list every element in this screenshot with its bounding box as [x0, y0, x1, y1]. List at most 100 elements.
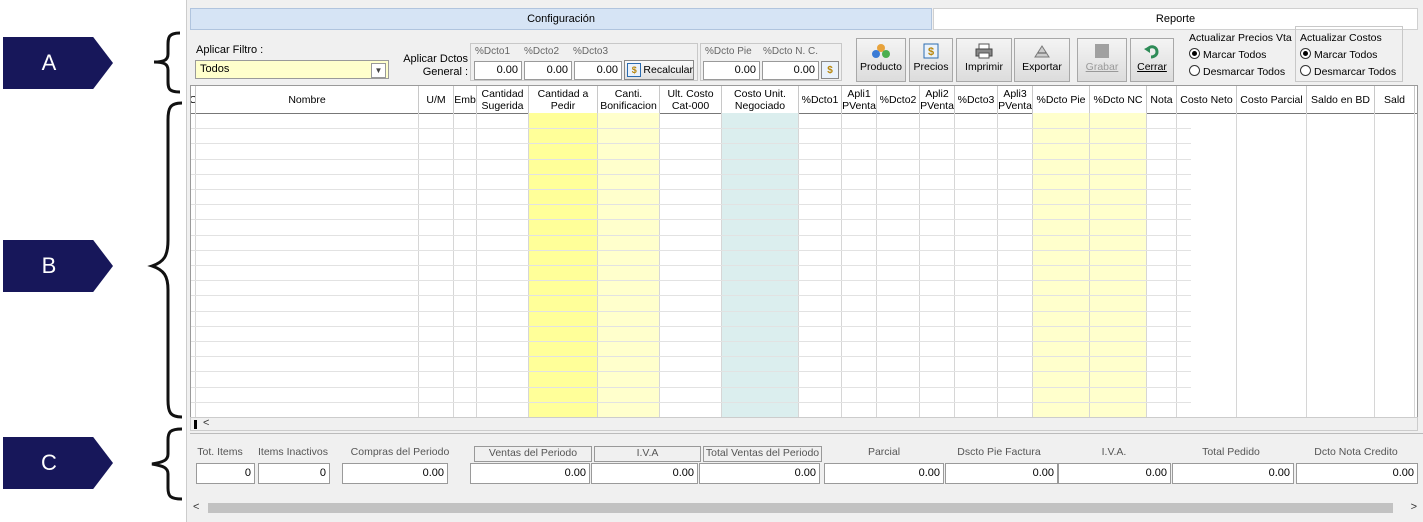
- table-row[interactable]: [191, 341, 1191, 342]
- grid-body: CNombreU/MEmbCantidad SugeridaCantidad a…: [191, 86, 1417, 417]
- grid-col-header[interactable]: U/M: [419, 86, 454, 113]
- total-value[interactable]: 0.00: [1172, 463, 1294, 484]
- costos-title: Actualizar Costos: [1300, 32, 1382, 44]
- dcto3-input[interactable]: 0.00: [574, 61, 622, 80]
- dcto2-input[interactable]: 0.00: [524, 61, 572, 80]
- dcto-nc-input[interactable]: 0.00: [762, 61, 819, 80]
- items-grid[interactable]: CNombreU/MEmbCantidad SugeridaCantidad a…: [190, 85, 1418, 418]
- grid-col-header[interactable]: Costo Unit. Negociado: [722, 86, 799, 113]
- chevron-down-icon[interactable]: ▼: [371, 63, 386, 78]
- total-value[interactable]: 0: [258, 463, 330, 484]
- dcto-pie-head: %Dcto Pie: [705, 46, 752, 57]
- table-row[interactable]: [191, 234, 1191, 236]
- grid-col-header[interactable]: Costo Parcial: [1237, 86, 1307, 113]
- table-row[interactable]: [191, 173, 1191, 175]
- table-row[interactable]: [191, 143, 1191, 145]
- grid-col-header[interactable]: Cantidad a Pedir: [529, 86, 598, 113]
- tab-configuracion[interactable]: Configuración: [190, 8, 932, 30]
- bottom-scrollbar[interactable]: < >: [190, 500, 1423, 516]
- table-row[interactable]: [191, 219, 1191, 221]
- dctos-label: Aplicar Dctos General :: [403, 53, 468, 78]
- grid-col-header[interactable]: Nombre: [196, 86, 419, 113]
- grid-col-header[interactable]: %Dcto Pie: [1033, 86, 1090, 113]
- dcto-nc-head: %Dcto N. C.: [763, 46, 819, 57]
- grid-col-header[interactable]: %Dcto1: [799, 86, 842, 113]
- grid-column: [1375, 113, 1415, 417]
- total-value[interactable]: 0.00: [1296, 463, 1418, 484]
- table-row[interactable]: [191, 128, 1191, 130]
- brace-c: [151, 427, 183, 501]
- money-icon: $: [627, 63, 642, 77]
- grid-col-header[interactable]: Cantidad Sugerida: [477, 86, 529, 113]
- table-row[interactable]: [191, 325, 1191, 327]
- total-label: Items Inactivos: [257, 446, 329, 458]
- total-label: Parcial: [867, 446, 901, 458]
- cerrar-label: Cerrar: [1137, 61, 1167, 73]
- grid-col-header[interactable]: Apli2 PVenta: [920, 86, 955, 113]
- precios-vta-desmarcar-radio[interactable]: Desmarcar Todos: [1189, 65, 1285, 78]
- grid-col-header[interactable]: Nota: [1147, 86, 1177, 113]
- table-row[interactable]: [191, 204, 1191, 206]
- scroll-track-thumb[interactable]: [208, 503, 1393, 513]
- table-row[interactable]: [191, 249, 1191, 251]
- grid-col-header[interactable]: %Dcto NC: [1090, 86, 1147, 113]
- grid-col-header[interactable]: Ult. Costo Cat-000: [660, 86, 722, 113]
- total-label: Tot. Items: [197, 446, 243, 458]
- total-value[interactable]: 0.00: [342, 463, 448, 484]
- printer-icon: [975, 43, 993, 59]
- table-row[interactable]: [191, 386, 1191, 388]
- grid-col-header[interactable]: Emb: [454, 86, 477, 113]
- radio-empty-icon: [1300, 65, 1311, 76]
- recalcular-button[interactable]: $ Recalcular: [624, 60, 694, 80]
- precios-button[interactable]: $ Precios: [909, 38, 953, 82]
- filter-label: Aplicar Filtro :: [196, 44, 264, 56]
- radio-selected-icon: [1300, 48, 1311, 59]
- undo-arrow-icon: [1144, 45, 1159, 59]
- dcto1-input[interactable]: 0.00: [474, 61, 522, 80]
- cerrar-button[interactable]: Cerrar: [1130, 38, 1174, 82]
- table-row[interactable]: [191, 158, 1191, 160]
- dcto-pie-input[interactable]: 0.00: [703, 61, 760, 80]
- grid-col-header[interactable]: %Dcto3: [955, 86, 998, 113]
- money-icon[interactable]: $: [821, 61, 839, 79]
- table-row[interactable]: [191, 189, 1191, 190]
- total-value[interactable]: 0.00: [824, 463, 944, 484]
- exportar-button[interactable]: Exportar: [1014, 38, 1070, 82]
- total-value[interactable]: 0: [196, 463, 255, 484]
- grabar-button[interactable]: Grabar: [1077, 38, 1127, 82]
- table-row[interactable]: [191, 265, 1191, 266]
- grid-col-header[interactable]: %Dcto2: [877, 86, 920, 113]
- costos-desmarcar-radio[interactable]: Desmarcar Todos: [1300, 65, 1396, 78]
- total-label: Compras del Periodo: [350, 446, 450, 458]
- table-row[interactable]: [191, 401, 1191, 403]
- grid-col-header[interactable]: Apli3 PVenta: [998, 86, 1033, 113]
- grid-col-header[interactable]: Sald: [1375, 86, 1415, 113]
- precios-vta-title: Actualizar Precios Vta: [1189, 32, 1292, 44]
- grid-col-header[interactable]: Saldo en BD: [1307, 86, 1375, 113]
- scroll-right-icon[interactable]: >: [1411, 501, 1417, 513]
- total-value[interactable]: 0.00: [470, 463, 590, 484]
- imprimir-button[interactable]: Imprimir: [956, 38, 1012, 82]
- recalcular-label: Recalcular: [643, 64, 693, 76]
- total-value[interactable]: 0.00: [1058, 463, 1171, 484]
- precios-vta-marcar-radio[interactable]: Marcar Todos: [1189, 48, 1266, 61]
- table-row[interactable]: [191, 371, 1191, 373]
- filter-select[interactable]: Todos ▼: [195, 60, 389, 79]
- grid-scrollbar[interactable]: <: [190, 417, 1418, 431]
- costos-marcar-radio[interactable]: Marcar Todos: [1300, 48, 1377, 61]
- producto-button[interactable]: Producto: [856, 38, 906, 82]
- grid-col-header[interactable]: Canti. Bonificacion: [598, 86, 660, 113]
- total-value[interactable]: 0.00: [591, 463, 698, 484]
- grid-col-header[interactable]: Costo Neto: [1177, 86, 1237, 113]
- table-row[interactable]: [191, 356, 1191, 358]
- save-icon: [1095, 44, 1109, 58]
- scroll-left-icon[interactable]: <: [193, 501, 199, 513]
- table-row[interactable]: [191, 310, 1191, 312]
- grid-col-header[interactable]: Apli1 PVenta: [842, 86, 877, 113]
- total-value[interactable]: 0.00: [945, 463, 1058, 484]
- scroll-left-icon[interactable]: <: [203, 417, 209, 429]
- scroll-thumb[interactable]: [194, 420, 197, 429]
- total-value[interactable]: 0.00: [699, 463, 820, 484]
- table-row[interactable]: [191, 280, 1191, 282]
- table-row[interactable]: [191, 295, 1191, 297]
